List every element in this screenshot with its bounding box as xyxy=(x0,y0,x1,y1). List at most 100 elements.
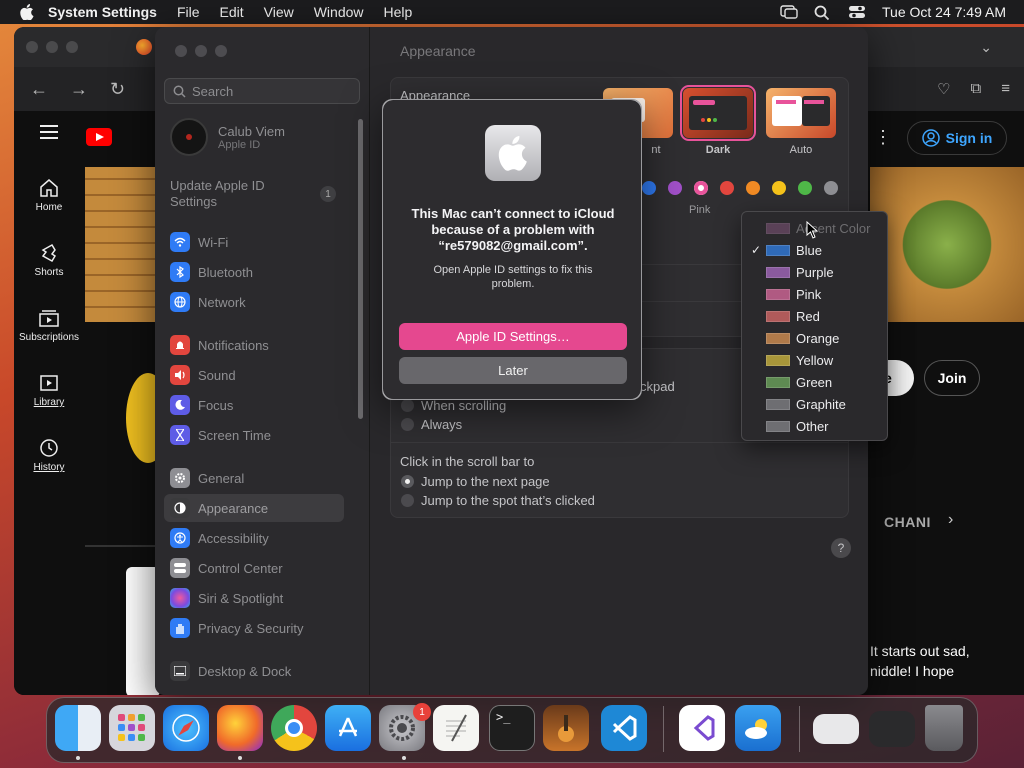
later-button[interactable]: Later xyxy=(399,357,627,384)
firefox-tab-icon[interactable] xyxy=(136,39,152,55)
channel-tab[interactable]: CHANI xyxy=(884,514,931,530)
yt-nav-home[interactable]: Home xyxy=(14,178,84,213)
screen-mirroring-icon[interactable] xyxy=(780,5,798,19)
menu-item-orange[interactable]: Orange xyxy=(742,327,887,349)
sidebar-item-control-center[interactable]: Control Center xyxy=(164,554,344,582)
spotlight-search-icon[interactable] xyxy=(814,5,832,21)
sidebar-item-siri-spotlight[interactable]: Siri & Spotlight xyxy=(164,584,344,612)
divider xyxy=(390,442,849,443)
sidebar-item-network[interactable]: Network xyxy=(164,288,344,316)
back-icon[interactable]: ← xyxy=(30,79,48,100)
menu-item-purple[interactable]: Purple xyxy=(742,261,887,283)
weather-icon[interactable] xyxy=(735,705,781,751)
yt-nav-shorts[interactable]: Shorts xyxy=(14,243,84,278)
textedit-icon[interactable] xyxy=(433,705,479,751)
zoom-window-button[interactable] xyxy=(66,41,78,53)
accent-swatch-orange[interactable] xyxy=(746,181,760,195)
theme-auto[interactable]: Auto xyxy=(765,88,837,156)
yt-nav-library[interactable]: Library xyxy=(14,373,84,408)
radio-jump-to-spot[interactable]: Jump to the spot that’s clicked xyxy=(401,493,595,508)
chrome-icon[interactable] xyxy=(271,705,317,751)
firefox-icon[interactable] xyxy=(217,705,263,751)
sidebar-item-screen-time[interactable]: Screen Time xyxy=(164,421,344,449)
accent-swatch-graphite[interactable] xyxy=(824,181,838,195)
menu-item-pink[interactable]: Pink xyxy=(742,283,887,305)
apple-menu-icon[interactable] xyxy=(20,4,36,20)
chevron-right-icon[interactable]: › xyxy=(948,511,953,529)
launchpad-icon[interactable] xyxy=(109,705,155,751)
extensions-icon[interactable]: ⧉ xyxy=(971,80,982,98)
radio-label: Always xyxy=(421,417,463,432)
forward-icon[interactable]: → xyxy=(70,79,88,100)
menu-item-red[interactable]: Red xyxy=(742,305,887,327)
menu-item-yellow[interactable]: Yellow xyxy=(742,349,887,371)
visual-studio-icon[interactable] xyxy=(679,705,725,751)
reload-icon[interactable]: ↻ xyxy=(110,79,125,100)
accent-swatch-yellow[interactable] xyxy=(772,181,786,195)
shorts-icon xyxy=(41,243,57,263)
radio-when-scrolling[interactable]: When scrolling xyxy=(401,398,506,413)
sidebar-item-sound[interactable]: Sound xyxy=(164,361,344,389)
app-menu-icon[interactable]: ≡ xyxy=(1001,80,1010,98)
terminal-icon[interactable]: >_ xyxy=(489,705,535,751)
yt-nav-history[interactable]: History xyxy=(14,438,84,473)
minimize-window-button[interactable] xyxy=(46,41,58,53)
app-store-icon[interactable] xyxy=(325,705,371,751)
zoom-button[interactable] xyxy=(215,45,227,57)
dock-separator xyxy=(663,706,664,752)
apple-id-profile[interactable]: Calub Viem Apple ID xyxy=(170,118,285,156)
more-options-icon[interactable]: ⋮ xyxy=(874,127,892,148)
menu-file[interactable]: File xyxy=(177,4,200,20)
sign-in-button[interactable]: Sign in xyxy=(907,121,1007,155)
menu-window[interactable]: Window xyxy=(314,4,364,20)
menubar-clock[interactable]: Tue Oct 24 7:49 AM xyxy=(882,4,1006,20)
menu-app-name[interactable]: System Settings xyxy=(48,4,157,20)
close-window-button[interactable] xyxy=(26,41,38,53)
join-button[interactable]: Join xyxy=(924,360,980,396)
garageband-icon[interactable] xyxy=(543,705,589,751)
radio-always[interactable]: Always xyxy=(401,417,462,432)
history-icon xyxy=(40,439,58,457)
sidebar-item-notifications[interactable]: Notifications xyxy=(164,331,344,359)
menu-item-other[interactable]: Other xyxy=(742,415,887,437)
accent-swatch-green[interactable] xyxy=(798,181,812,195)
sidebar-item-appearance[interactable]: Appearance xyxy=(164,494,344,522)
sidebar-item-privacy-security[interactable]: Privacy & Security xyxy=(164,614,344,642)
menu-item-green[interactable]: Green xyxy=(742,371,887,393)
minimized-chrome-window[interactable] xyxy=(869,711,915,747)
sidebar-item-desktop-dock[interactable]: Desktop & Dock xyxy=(164,657,344,685)
sidebar-item-general[interactable]: General xyxy=(164,464,344,492)
minimized-window-preview[interactable] xyxy=(813,714,859,744)
sidebar-item-focus[interactable]: Focus xyxy=(164,391,344,419)
pocket-icon[interactable]: ♡ xyxy=(937,80,950,98)
close-button[interactable] xyxy=(175,45,187,57)
accent-swatch-purple[interactable] xyxy=(668,181,682,195)
minimize-button[interactable] xyxy=(195,45,207,57)
safari-icon[interactable] xyxy=(163,705,209,751)
menu-item-graphite[interactable]: Graphite xyxy=(742,393,887,415)
theme-dark[interactable]: Dark xyxy=(680,85,756,156)
sidebar-item-bluetooth[interactable]: Bluetooth xyxy=(164,258,344,286)
trash-icon[interactable] xyxy=(925,705,963,751)
hamburger-menu-icon[interactable] xyxy=(40,125,58,144)
help-button[interactable]: ? xyxy=(831,538,851,558)
accent-swatch-red[interactable] xyxy=(720,181,734,195)
yt-nav-subscriptions[interactable]: Subscriptions xyxy=(14,308,84,343)
menu-view[interactable]: View xyxy=(264,4,294,20)
vscode-icon[interactable] xyxy=(601,705,647,751)
radio-jump-next-page[interactable]: Jump to the next page xyxy=(401,474,550,489)
apple-id-settings-button[interactable]: Apple ID Settings… xyxy=(399,323,627,350)
finder-icon[interactable] xyxy=(55,705,101,751)
control-center-icon[interactable] xyxy=(848,5,866,19)
menu-edit[interactable]: Edit xyxy=(220,4,244,20)
menu-help[interactable]: Help xyxy=(384,4,413,20)
accent-swatch-blue[interactable] xyxy=(642,181,656,195)
sidebar-item-accessibility[interactable]: Accessibility xyxy=(164,524,344,552)
sidebar-scrollbar[interactable] xyxy=(358,119,363,419)
youtube-logo[interactable] xyxy=(86,128,112,146)
search-field[interactable]: Search xyxy=(164,78,360,104)
sidebar-item-wifi[interactable]: Wi-Fi xyxy=(164,228,344,256)
update-apple-id-item[interactable]: Update Apple ID Settings xyxy=(170,178,300,210)
tab-list-chevron-icon[interactable]: ⌄ xyxy=(980,39,992,56)
accent-swatch-pink[interactable] xyxy=(694,181,708,195)
